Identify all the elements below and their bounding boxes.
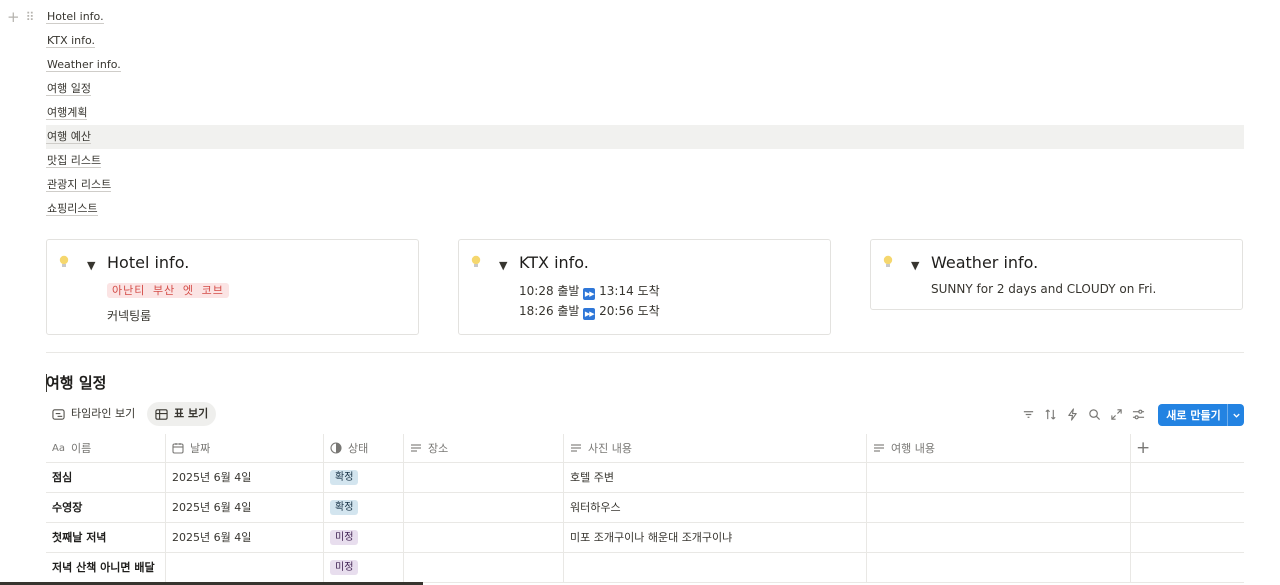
table-row[interactable]: 첫째날 저녁 2025년 6월 4일 미정 미포 조개구이나 해운대 조개구이냐 xyxy=(46,523,1244,553)
column-header-trip[interactable]: 여행 내용 xyxy=(867,434,1131,462)
toc-link-budget[interactable]: 여행 예산 xyxy=(46,125,1244,149)
weather-callout: ▼ Weather info. SUNNY for 2 days and CLO… xyxy=(870,239,1243,310)
tab-timeline-view[interactable]: 타임라인 보기 xyxy=(44,402,143,426)
automation-icon[interactable] xyxy=(1066,408,1079,421)
text-lines-icon xyxy=(411,444,421,452)
status-badge: 미정 xyxy=(330,560,359,575)
new-button[interactable]: 새로 만들기 xyxy=(1158,404,1244,426)
fast-forward-icon: ▶▶ xyxy=(583,308,596,320)
lightbulb-icon xyxy=(471,254,481,267)
ktx-callout: ▼ KTX info. 10:28 출발 ▶▶ 13:14 도착 18:26 출… xyxy=(458,239,831,335)
callout-title: KTX info. xyxy=(519,253,589,272)
ktx-trip-1: 10:28 출발 ▶▶ 13:14 도착 xyxy=(519,284,660,300)
toc-link-attractions[interactable]: 관광지 리스트 xyxy=(46,173,1244,197)
fast-forward-icon: ▶▶ xyxy=(583,288,596,300)
database-title[interactable]: 여행 일정 xyxy=(46,372,106,393)
room-type: 커넥팅룸 xyxy=(107,309,152,323)
toc-link-plan[interactable]: 여행계획 xyxy=(46,101,1244,125)
chevron-down-icon[interactable] xyxy=(1228,411,1244,420)
text-lines-icon xyxy=(571,444,581,452)
column-header-photo[interactable]: 사진 내용 xyxy=(564,434,867,462)
callout-title: Hotel info. xyxy=(107,253,190,272)
toc-link-restaurants[interactable]: 맛집 리스트 xyxy=(46,149,1244,173)
expand-icon[interactable] xyxy=(1110,408,1123,421)
table-row[interactable]: 점심 2025년 6월 4일 확정 호텔 주변 xyxy=(46,463,1244,493)
column-header-date[interactable]: 날짜 xyxy=(166,434,324,462)
add-block-icon[interactable]: + xyxy=(7,9,20,25)
toggle-arrow-icon[interactable]: ▼ xyxy=(87,259,95,272)
calendar-icon xyxy=(172,443,184,454)
timeline-icon xyxy=(52,408,65,420)
ktx-trip-2: 18:26 출발 ▶▶ 20:56 도착 xyxy=(519,304,660,320)
divider xyxy=(46,352,1244,353)
table-icon xyxy=(155,408,168,420)
text-lines-icon xyxy=(874,444,884,452)
table-row[interactable]: 수영장 2025년 6월 4일 확정 워터하우스 xyxy=(46,493,1244,523)
toc-link-hotel[interactable]: Hotel info. xyxy=(46,5,1244,29)
column-header-status[interactable]: 상태 xyxy=(324,434,404,462)
tab-table-view[interactable]: 표 보기 xyxy=(147,402,217,426)
sort-icon[interactable] xyxy=(1044,408,1057,421)
status-badge: 확정 xyxy=(330,500,359,515)
toggle-arrow-icon[interactable]: ▼ xyxy=(911,259,919,272)
block-handles: + ⠿ xyxy=(7,9,35,25)
weather-summary: SUNNY for 2 days and CLOUDY on Fri. xyxy=(931,282,1157,296)
status-badge: 미정 xyxy=(330,530,359,545)
column-header-place[interactable]: 장소 xyxy=(404,434,564,462)
toc-link-weather[interactable]: Weather info. xyxy=(46,53,1244,77)
search-icon[interactable] xyxy=(1088,408,1101,421)
hotel-name-badge: 아난티 부산 엣 코브 xyxy=(107,283,229,298)
status-badge: 확정 xyxy=(330,470,359,485)
toc-link-itinerary[interactable]: 여행 일정 xyxy=(46,77,1244,101)
status-icon xyxy=(330,442,342,454)
drag-handle-icon[interactable]: ⠿ xyxy=(26,9,35,25)
toc-link-ktx[interactable]: KTX info. xyxy=(46,29,1244,53)
toggle-arrow-icon[interactable]: ▼ xyxy=(499,259,507,272)
text-type-icon: Aa xyxy=(52,442,65,454)
lightbulb-icon xyxy=(59,254,69,267)
database-toolbar xyxy=(1022,408,1145,421)
lightbulb-icon xyxy=(883,254,893,267)
hotel-callout: ▼ Hotel info. 아난티 부산 엣 코브 커넥팅룸 xyxy=(46,239,419,335)
add-column-icon[interactable]: + xyxy=(1136,439,1150,457)
toc-link-shopping[interactable]: 쇼핑리스트 xyxy=(46,197,1244,221)
filter-icon[interactable] xyxy=(1022,408,1035,421)
callout-title: Weather info. xyxy=(931,253,1039,272)
settings-sliders-icon[interactable] xyxy=(1132,408,1145,421)
table-header: Aa 이름 날짜 상태 장소 사진 내용 여행 내용 + xyxy=(46,434,1244,463)
column-header-name[interactable]: Aa 이름 xyxy=(46,434,166,462)
table-row[interactable]: 저녁 산책 아니면 배달 미정 xyxy=(46,553,1244,583)
